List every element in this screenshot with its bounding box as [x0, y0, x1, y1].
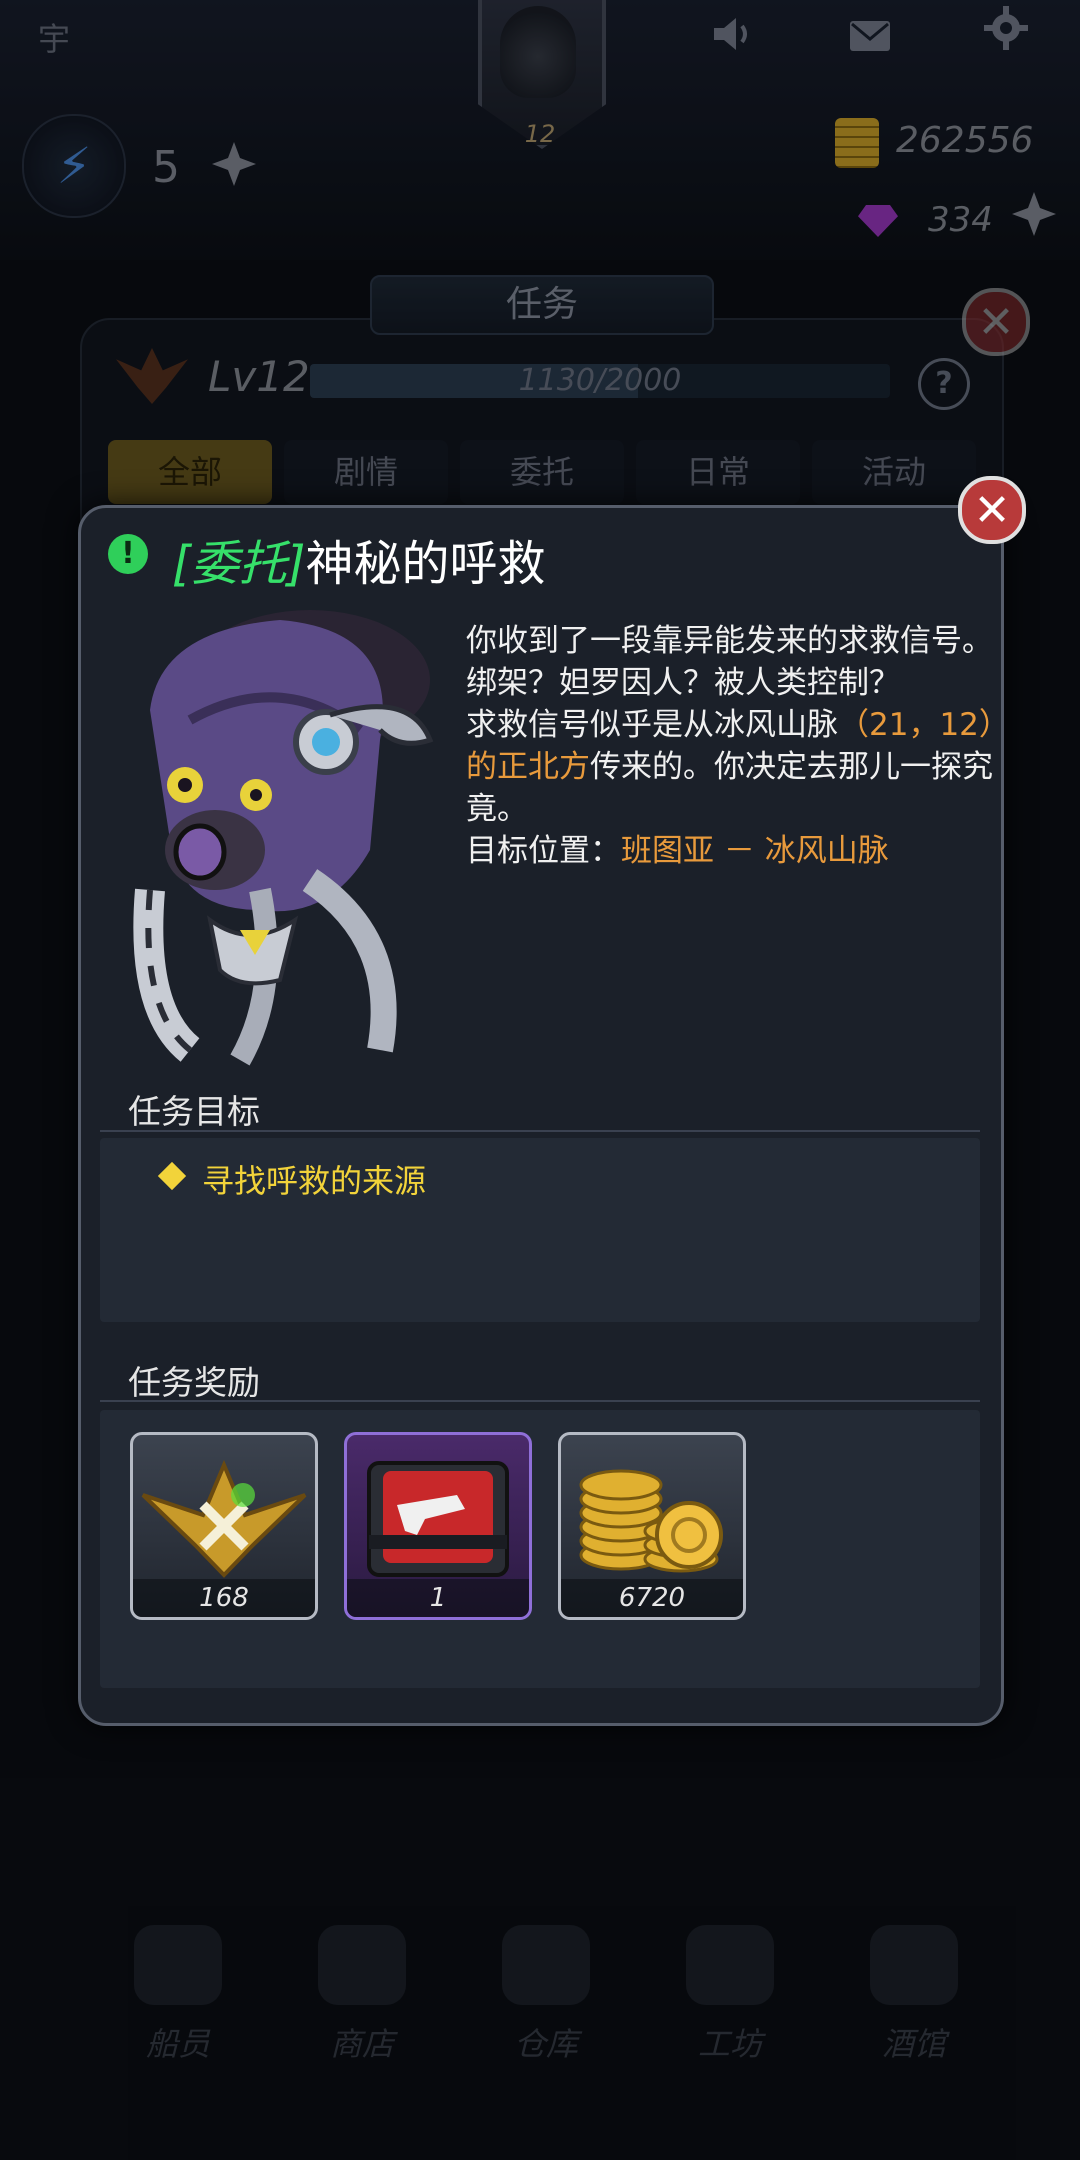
dialog-close-button[interactable]: ✕: [958, 476, 1026, 544]
target-location: 班图亚 － 冰风山脉: [621, 833, 889, 869]
quest-description: 你收到了一段靠异能发来的求救信号。 绑架？妲罗因人？被人类控制？ 求救信号似乎是…: [466, 623, 995, 869]
quest-giver-portrait: [133, 610, 434, 1066]
reward-item-crate[interactable]: 1: [344, 1432, 532, 1620]
weapon-crate-icon: [367, 1461, 509, 1577]
reward-count: 1: [347, 1579, 529, 1617]
close-icon: ✕: [973, 484, 1011, 536]
quest-title: [委托]神秘的呼救: [172, 524, 545, 594]
divider: [100, 1400, 980, 1402]
objective-text: 寻找呼救的来源: [202, 1162, 427, 1200]
alert-icon: !: [108, 534, 148, 574]
xp-emblem-icon: [141, 1459, 307, 1578]
objective-heading: 任务目标: [128, 1092, 260, 1131]
reward-item-xp[interactable]: 168: [130, 1432, 318, 1620]
target-label: 目标位置：: [466, 833, 621, 869]
quest-name: 神秘的呼救: [305, 536, 546, 592]
gold-coins-icon: [579, 1469, 723, 1573]
reward-count: 168: [133, 1579, 315, 1617]
reward-item-gold[interactable]: 6720: [558, 1432, 746, 1620]
divider: [100, 1130, 980, 1132]
reward-heading: 任务奖励: [128, 1363, 260, 1402]
quest-type-tag: [委托]: [172, 536, 306, 592]
reward-count: 6720: [561, 1579, 743, 1617]
